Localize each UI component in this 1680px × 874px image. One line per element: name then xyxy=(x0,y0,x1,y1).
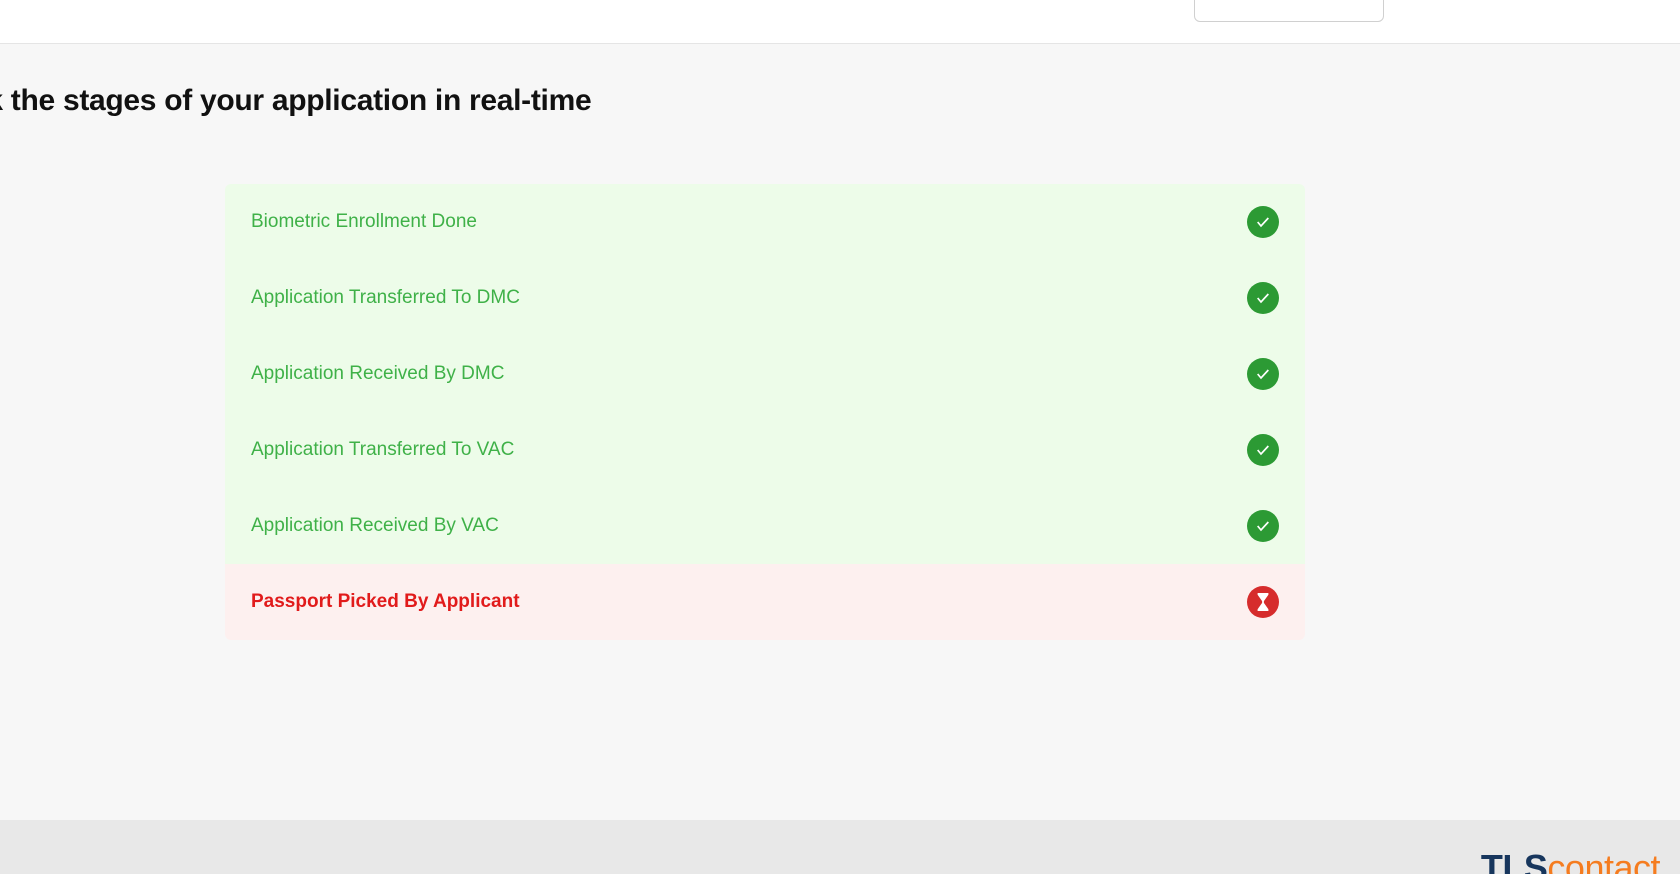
logo-orange-text: contact xyxy=(1547,847,1660,874)
stage-label: Application Transferred To VAC xyxy=(251,439,514,461)
stages-list: Biometric Enrollment Done Application Tra… xyxy=(225,184,1305,640)
stage-row: Application Transferred To VAC xyxy=(225,412,1305,488)
check-icon xyxy=(1247,358,1279,390)
hourglass-icon xyxy=(1247,586,1279,618)
top-bar xyxy=(0,0,1680,44)
page-title: ck the stages of your application in rea… xyxy=(0,44,1680,118)
stage-label: Passport Picked By Applicant xyxy=(251,591,520,613)
brand-logo: TLScontact xyxy=(1481,850,1660,874)
stage-label: Biometric Enrollment Done xyxy=(251,211,477,233)
check-icon xyxy=(1247,510,1279,542)
check-icon xyxy=(1247,282,1279,314)
stage-row: Application Received By DMC xyxy=(225,336,1305,412)
footer: TLScontact xyxy=(0,820,1680,874)
reference-button[interactable] xyxy=(1194,0,1384,22)
check-icon xyxy=(1247,434,1279,466)
logo-dark-text: TLS xyxy=(1481,847,1548,874)
stage-label: Application Transferred To DMC xyxy=(251,287,520,309)
stage-label: Application Received By VAC xyxy=(251,515,499,537)
stage-label: Application Received By DMC xyxy=(251,363,504,385)
stage-row: Application Transferred To DMC xyxy=(225,260,1305,336)
stage-row: Application Received By VAC xyxy=(225,488,1305,564)
stage-row: Biometric Enrollment Done xyxy=(225,184,1305,260)
stage-row: Passport Picked By Applicant xyxy=(225,564,1305,640)
check-icon xyxy=(1247,206,1279,238)
